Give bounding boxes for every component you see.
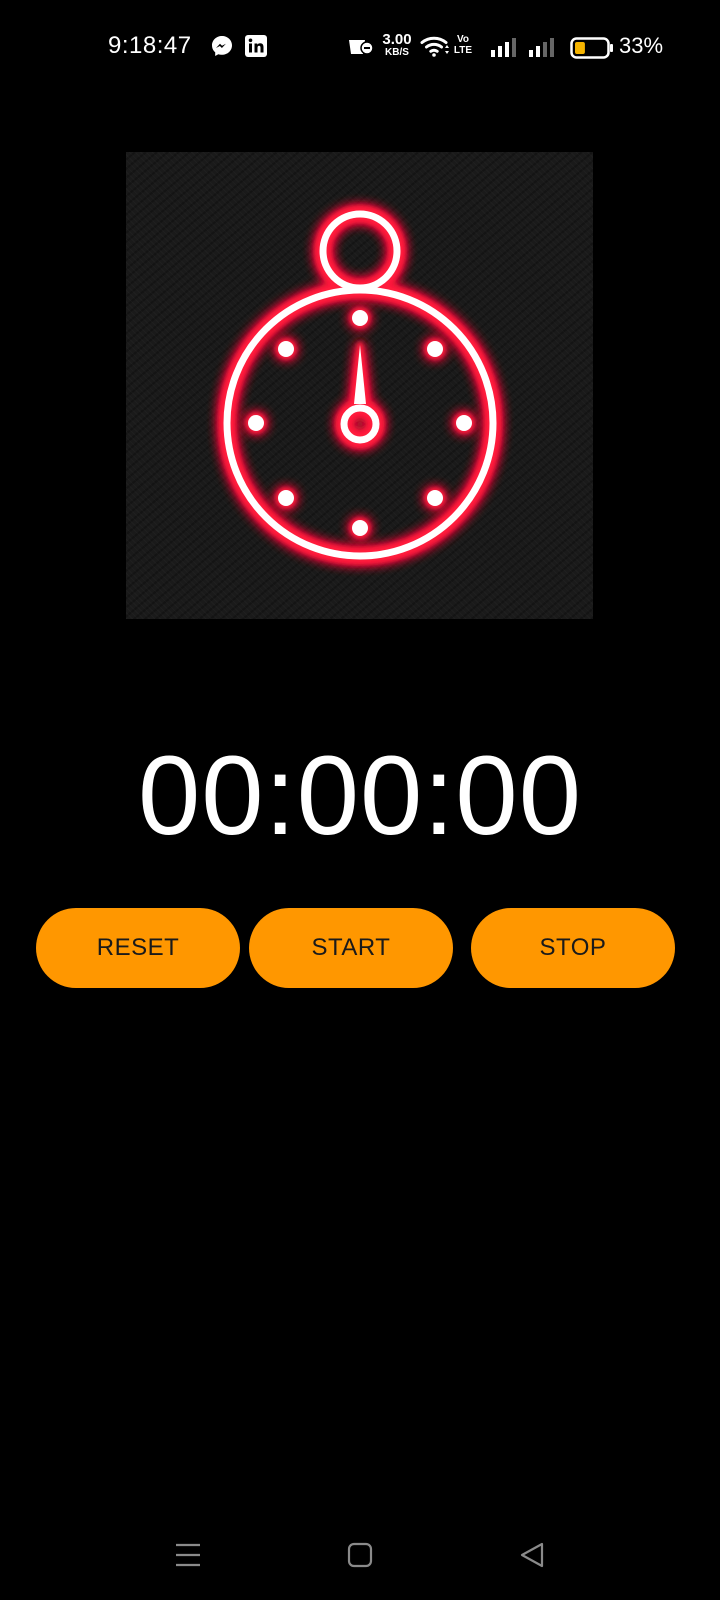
network-speed-unit: KB/S [385,47,409,58]
recents-button[interactable] [160,1530,216,1580]
stopwatch-image [126,152,593,619]
reset-button[interactable]: RESET [36,908,240,988]
wifi-icon [420,34,450,63]
stopwatch-icon [219,206,501,564]
data-saver-icon [348,36,374,61]
signal-sim1-icon [490,36,518,63]
volte-bottom-label: LTE [453,45,473,56]
signal-sim2-icon [528,36,556,63]
timer-display: 00:00:00 [138,733,582,858]
volte-indicator: Vo LTE [449,34,477,56]
network-speed-value: 3.00 [382,31,412,48]
menu-icon [176,1543,200,1567]
home-button[interactable] [332,1530,388,1580]
volte-top-label: Vo [456,34,470,45]
status-bar: 9:18:47 3.00 KB/S Vo LTE 33% [0,0,720,96]
stop-button[interactable]: STOP [471,908,675,988]
back-button[interactable] [504,1530,560,1580]
status-time: 9:18:47 [108,32,192,59]
messenger-icon [210,34,234,63]
start-button[interactable]: START [249,908,453,988]
home-icon [347,1542,373,1568]
stopwatch-screen: 9:18:47 3.00 KB/S Vo LTE 33% 00:00:00 RE… [0,0,720,1600]
network-speed: 3.00 KB/S [378,32,416,58]
battery-icon [570,37,614,64]
back-icon [520,1542,544,1568]
linkedin-icon [244,34,268,63]
battery-percent: 33% [619,33,664,58]
